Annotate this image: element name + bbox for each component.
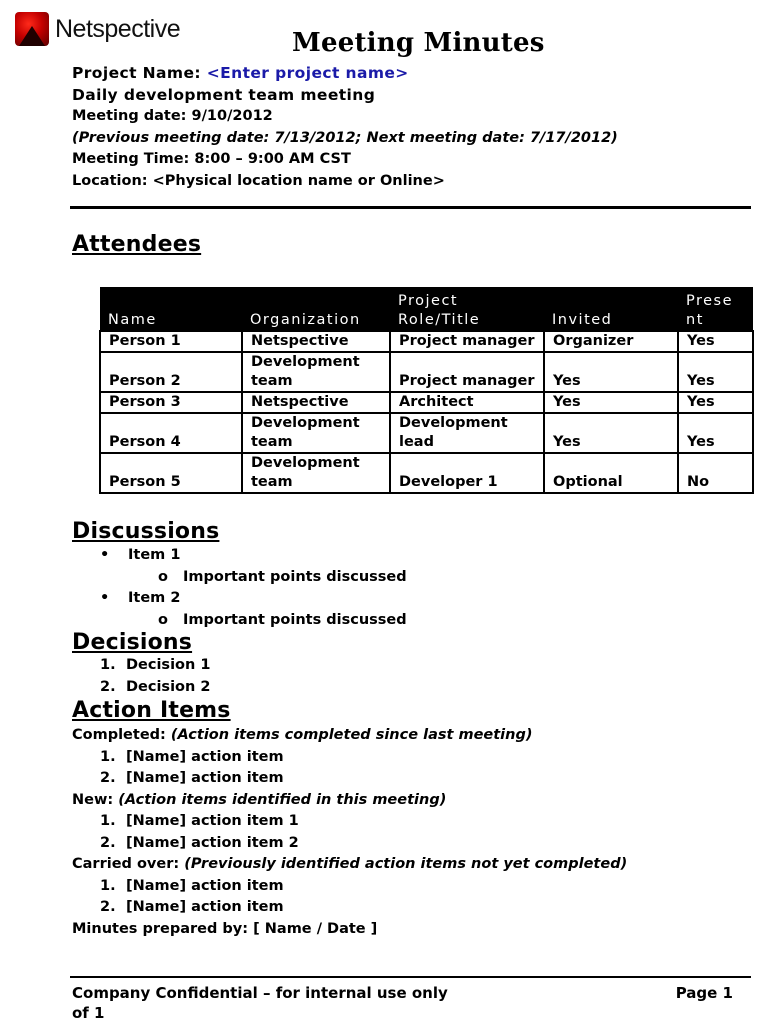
list-item: 1. Decision 1	[100, 657, 211, 673]
footer-divider	[70, 976, 751, 978]
page-of-total: of 1	[72, 1004, 105, 1022]
cell-invited: Optional	[543, 452, 679, 494]
list-item: 1. [Name] action item 1	[100, 813, 299, 829]
list-item: 2. [Name] action item 2	[100, 834, 299, 851]
action-items-list: Completed: (Action items completed since…	[72, 725, 627, 940]
minutes-prepared-by: Minutes prepared by: [ Name / Date ]	[72, 920, 378, 937]
cell-present: Yes	[677, 330, 754, 353]
meeting-time: Meeting Time: 8:00 – 9:00 AM CST	[72, 151, 351, 167]
cell-org: Development team	[241, 412, 391, 454]
decisions-list: 1. Decision 1 2. Decision 2	[72, 655, 210, 698]
cell-invited: Yes	[543, 391, 679, 414]
cell-invited: Yes	[543, 412, 679, 454]
cell-present: Yes	[677, 412, 754, 454]
list-item: • Item 1	[72, 545, 407, 567]
discussions-list: • Item 1 o Important points discussed • Ite…	[72, 545, 407, 631]
cell-name: Person 2	[99, 351, 243, 393]
table-header-row: Name Organization Project Role/Title Invi…	[100, 287, 753, 331]
meeting-location: Location: <Physical location name or Onl…	[72, 172, 445, 189]
cell-present: Yes	[677, 351, 754, 393]
document-title: Meeting Minutes	[292, 28, 545, 58]
table-row: Person 4 Development team Development lead…	[99, 412, 754, 454]
action-group-label: Completed: (Action items completed since…	[72, 727, 533, 743]
action-group-label: Carried over: (Previously identified act…	[72, 856, 628, 872]
discussions-heading: Discussions	[72, 519, 220, 544]
project-name-label: Project Name:	[72, 64, 207, 82]
action-group-label: New: (Action items identified in this me…	[72, 791, 447, 808]
list-item: • Item 2	[72, 588, 407, 610]
cell-org: Development team	[241, 351, 391, 393]
header-divider	[70, 206, 751, 209]
cell-org: Netspective	[241, 391, 391, 414]
cell-name: Person 1	[99, 330, 243, 353]
list-item: o Important points discussed	[72, 610, 407, 632]
cell-invited: Organizer	[543, 330, 679, 353]
attendees-heading: Attendees	[72, 232, 202, 257]
project-name-value[interactable]: <Enter project name>	[207, 64, 409, 82]
action-items-heading: Action Items	[72, 698, 231, 723]
list-item: 2. Decision 2	[100, 678, 211, 695]
confidential-notice: Company Confidential – for internal use …	[72, 984, 448, 1002]
previous-next-dates: (Previous meeting date: 7/13/2012; Next …	[72, 129, 618, 146]
page-number: Page 1	[675, 984, 733, 1002]
cell-role: Development lead	[389, 412, 545, 454]
column-header-role: Project Role/Title	[390, 287, 544, 331]
list-item: 1. [Name] action item	[100, 748, 284, 765]
list-item: 1. [Name] action item	[100, 877, 284, 894]
bullet-icon: •	[100, 590, 110, 606]
brand-name: Netspective	[55, 14, 181, 43]
list-item: 2. [Name] action item	[100, 899, 284, 915]
meeting-header: Project Name: <Enter project name> Daily…	[72, 63, 618, 192]
cell-role: Architect	[389, 391, 545, 414]
page-footer: Company Confidential – for internal use …	[72, 983, 737, 1023]
table-row: Person 2 Development team Project manager Y…	[99, 351, 754, 393]
cell-present: No	[677, 452, 754, 494]
circle-bullet-icon: o	[158, 611, 168, 628]
bullet-icon: •	[100, 547, 110, 563]
table-row: Person 5 Development team Developer 1 Optio…	[99, 452, 754, 494]
list-item: 2. [Name] action item	[100, 770, 284, 786]
meeting-date: Meeting date: 9/10/2012	[72, 108, 273, 124]
cell-role: Developer 1	[389, 452, 545, 494]
column-header-invited: Invited	[544, 287, 678, 331]
cell-invited: Yes	[543, 351, 679, 393]
meeting-name: Daily development team meeting	[72, 85, 376, 104]
column-header-name: Name	[100, 287, 242, 331]
project-name-line: Project Name: <Enter project name>	[72, 63, 618, 85]
column-header-present: Prese nt	[678, 287, 753, 331]
circle-bullet-icon: o	[158, 568, 168, 585]
cell-org: Netspective	[241, 330, 391, 353]
column-header-organization: Organization	[242, 287, 390, 331]
decisions-heading: Decisions	[72, 630, 193, 655]
table-row: Person 3 Netspective Architect Yes Yes	[99, 391, 754, 414]
table-row: Person 1 Netspective Project manager Organi…	[99, 330, 754, 353]
cell-org: Development team	[241, 452, 391, 494]
cell-name: Person 5	[99, 452, 243, 494]
netspective-logo-icon	[15, 12, 49, 46]
attendees-table: Name Organization Project Role/Title Invi…	[99, 287, 754, 494]
cell-role: Project manager	[389, 330, 545, 353]
cell-name: Person 4	[99, 412, 243, 454]
cell-role: Project manager	[389, 351, 545, 393]
brand-logo: Netspective	[15, 12, 181, 46]
cell-name: Person 3	[99, 391, 243, 414]
list-item: o Important points discussed	[72, 567, 407, 589]
cell-present: Yes	[677, 391, 754, 414]
